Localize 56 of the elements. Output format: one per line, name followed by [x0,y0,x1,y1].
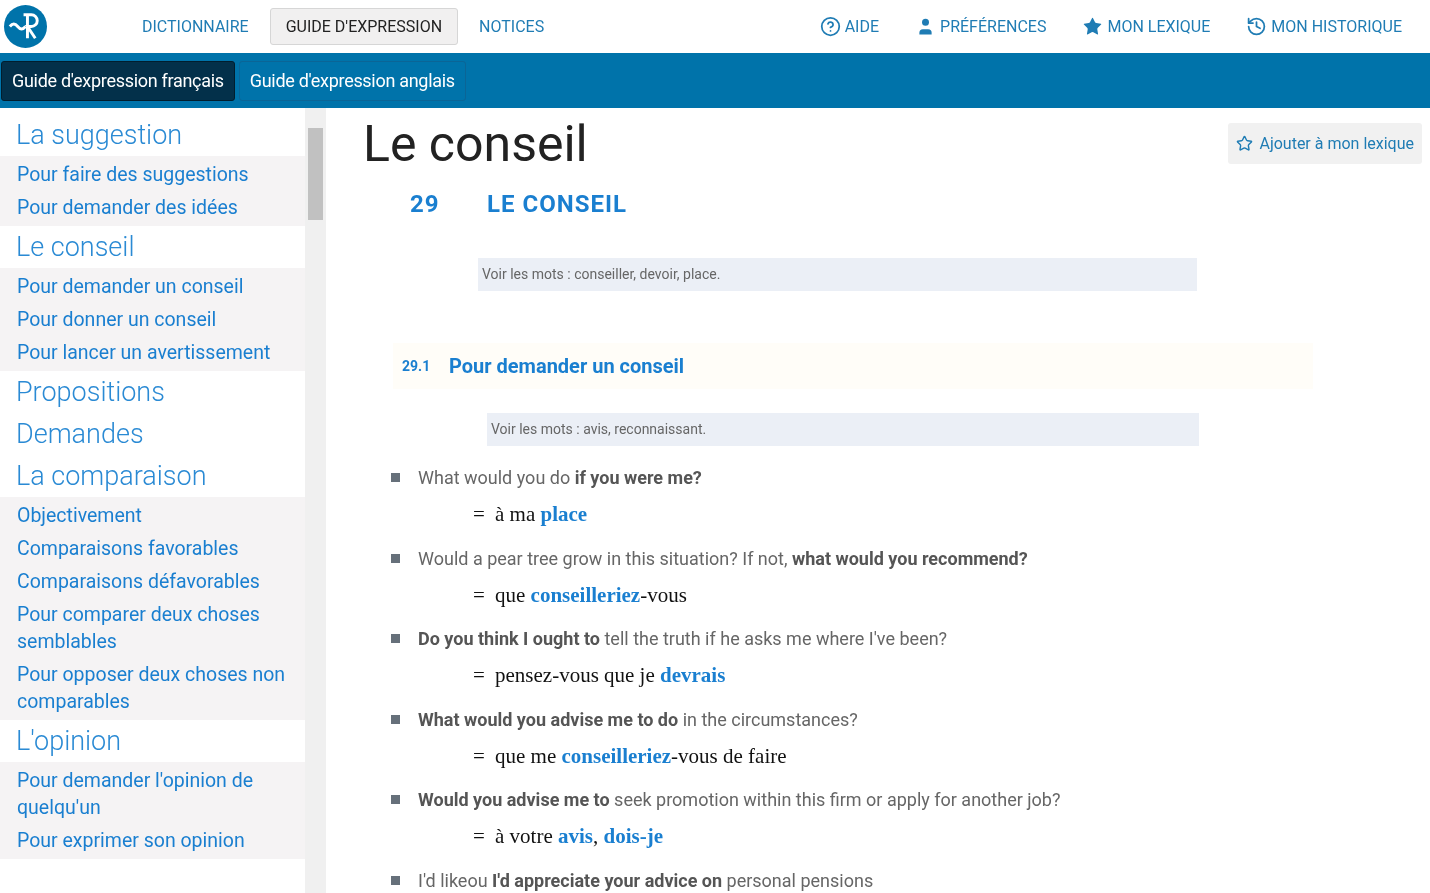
sidebar-item[interactable]: Objectivement [0,499,305,532]
chapter-title: LE CONSEIL [487,189,627,220]
section-number: 29.1 [402,356,432,376]
french-translation: que me conseilleriez-vous de faire [495,742,787,770]
section-title: Pour demander un conseil [449,353,685,380]
equals-sign: = [473,581,486,609]
sidebar-item[interactable]: Pour donner un conseil [0,303,305,336]
header-link[interactable]: AIDE [819,14,880,39]
sidebar-item[interactable]: Pour demander l'opinion de quelqu'un [0,764,305,824]
sidebar-item[interactable]: Pour demander un conseil [0,270,305,303]
bullet-icon [391,875,400,885]
french-translation: pensez-vous que je devrais [495,662,726,689]
french-translation: à ma place [495,501,588,528]
subnav-tab[interactable]: Guide d'expression anglais [238,60,466,101]
nav-tab[interactable]: DICTIONNAIRE [127,8,264,45]
sidebar-item[interactable]: Pour lancer un avertissement [0,336,305,369]
nav-tab[interactable]: GUIDE D'EXPRESSION [269,8,459,45]
bullet-icon [391,714,400,724]
sidebar-item[interactable]: Comparaisons défavorables [0,565,305,598]
header-link[interactable]: PRÉFÉRENCES [915,14,1047,39]
sidebar-item[interactable]: Pour opposer deux choses non comparables [0,658,305,718]
equals-sign: = [473,501,486,528]
logo-icon[interactable] [4,5,47,48]
help-icon [819,16,841,37]
see-also-note: Voir les mots : avis, reconnaissant. [487,413,1199,446]
bullet-icon [391,553,400,563]
english-phrase: I'd likeou I'd appreciate your advice on personal pensions [418,868,874,893]
star-icon [1082,16,1104,37]
bullet-icon [391,634,400,643]
sidebar-item[interactable]: Pour demander des idées [0,191,305,224]
history-icon [1246,16,1268,37]
nav-tab[interactable]: NOTICES [464,8,560,45]
subnav-tab[interactable]: Guide d'expression français [1,60,235,101]
french-translation: que conseilleriez-vous [495,581,687,609]
bullet-icon [391,795,400,804]
equals-sign: = [473,823,486,850]
equals-sign: = [473,662,486,689]
bullet-icon [391,473,400,482]
english-phrase: What would you do if you were me? [418,466,702,490]
french-translation: à votre avis, dois-je [495,823,663,850]
equals-sign: = [473,742,486,770]
header-link[interactable]: MON HISTORIQUE [1246,14,1402,39]
sidebar-item[interactable]: Pour exprimer son opinion [0,824,305,857]
sidebar-item[interactable]: Pour faire des suggestions [0,158,305,191]
english-phrase: Would you advise me to seek promotion within this firm or apply for another job? [418,788,1061,812]
star-icon [1236,135,1254,152]
sidebar-item[interactable]: Comparaisons favorables [0,532,305,565]
add-to-lexicon-button[interactable]: Ajouter à mon lexique [1228,123,1422,164]
header-link[interactable]: MON LEXIQUE [1082,14,1211,39]
see-also-note: Voir les mots : conseiller, devoir, place. [478,258,1197,291]
english-phrase: Do you think I ought to tell the truth if he asks me where I've been? [418,627,948,651]
english-phrase: Would a pear tree grow in this situation? If not, what would you recommend? [418,546,1028,571]
page-title: Le conseil [363,116,588,172]
sidebar-item[interactable]: Pour comparer deux choses semblables [0,598,305,658]
chapter-number: 29 [410,189,441,220]
english-phrase: What would you advise me to do in the circumstances? [418,707,858,732]
